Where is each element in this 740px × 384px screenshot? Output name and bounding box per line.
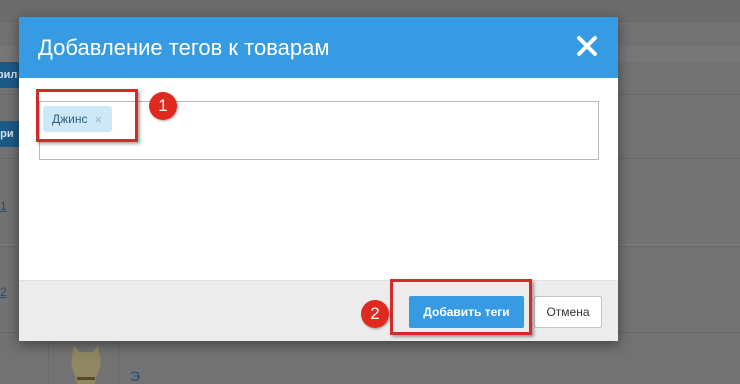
background-product-link[interactable]: Э (130, 368, 140, 384)
product-thumbnail (71, 345, 101, 384)
step-marker: 2 (361, 300, 389, 328)
cancel-button[interactable]: Отмена (534, 296, 602, 328)
step-marker: 1 (149, 92, 177, 120)
close-button[interactable] (574, 33, 600, 59)
background-row-number[interactable]: 1 (0, 199, 7, 213)
background-row-number[interactable]: 2 (0, 285, 7, 299)
dialog-header: Добавление тегов к товарам (19, 17, 618, 78)
highlight-box-tag (36, 89, 138, 142)
highlight-box-add-button (390, 279, 532, 335)
dialog-title: Добавление тегов к товарам (38, 35, 330, 60)
close-icon (577, 36, 597, 56)
